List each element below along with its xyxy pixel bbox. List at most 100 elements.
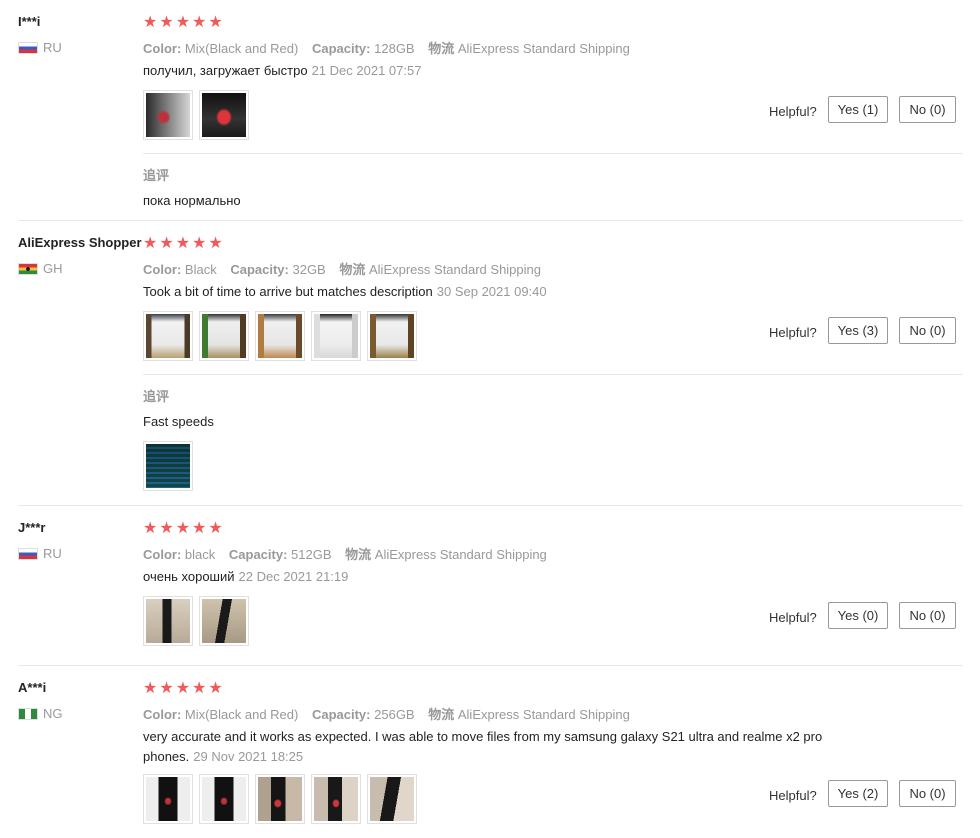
rating-stars: ★ ★ ★ ★ ★ <box>143 521 223 537</box>
review-photo[interactable] <box>367 311 417 361</box>
helpful-no-button[interactable]: No (0) <box>899 317 956 344</box>
star-icon: ★ <box>143 235 158 252</box>
review-photo[interactable] <box>143 596 193 646</box>
additional-review-label: 追评 <box>143 389 170 404</box>
reviewer-country: NG <box>18 706 63 721</box>
rating-stars: ★ ★ ★ ★ ★ <box>143 15 223 31</box>
color-key: Color: <box>143 41 182 56</box>
shipping-key: 物流 <box>345 547 372 562</box>
capacity-key: Capacity: <box>228 547 288 562</box>
review-photo[interactable] <box>143 311 193 361</box>
country-code: RU <box>43 546 62 561</box>
shipping-key: 物流 <box>339 262 366 277</box>
star-icon: ★ <box>208 520 223 537</box>
star-icon: ★ <box>175 680 191 697</box>
review-photo[interactable] <box>367 774 417 824</box>
helpful-no-button[interactable]: No (0) <box>899 780 956 807</box>
reviewer-name: A***i <box>18 680 47 695</box>
star-icon: ★ <box>192 14 207 31</box>
review-text: очень хороший 22 Dec 2021 21:19 <box>143 567 348 587</box>
star-icon: ★ <box>208 14 223 31</box>
star-icon: ★ <box>159 14 174 31</box>
reviewer-country: GH <box>18 261 63 276</box>
rating-stars: ★ ★ ★ ★ ★ <box>143 681 223 697</box>
color-value: black <box>184 547 216 562</box>
reviewer-country: RU <box>18 40 62 55</box>
sku-info: Color: Mix(Black and Red) Capacity: 128G… <box>143 38 640 57</box>
capacity-value: 512GB <box>291 547 332 562</box>
flag-ng-icon <box>18 707 38 720</box>
review-photo[interactable] <box>199 311 249 361</box>
helpful-no-button[interactable]: No (0) <box>899 602 956 629</box>
shipping-key: 物流 <box>428 707 455 722</box>
review-photo[interactable] <box>199 596 249 646</box>
star-icon: ★ <box>192 680 207 697</box>
color-value: Black <box>184 262 217 277</box>
review-text: very accurate and it works as expected. … <box>143 727 863 767</box>
helpful-yes-button[interactable]: Yes (3) <box>828 317 888 344</box>
shipping-value: AliExpress Standard Shipping <box>374 547 547 562</box>
helpful-no-button[interactable]: No (0) <box>899 96 956 123</box>
shipping-value: AliExpress Standard Shipping <box>369 262 541 277</box>
review-photo[interactable] <box>143 441 193 491</box>
review-photo[interactable] <box>143 90 193 140</box>
sku-info: Color: Mix(Black and Red) Capacity: 256G… <box>143 704 640 723</box>
divider <box>143 374 963 375</box>
country-code: GH <box>43 261 63 276</box>
review-text: Took a bit of time to arrive but matches… <box>143 282 547 302</box>
capacity-key: Capacity: <box>230 262 289 277</box>
review-photos <box>143 774 417 824</box>
reviewer-country: RU <box>18 546 62 561</box>
additional-review-text: Fast speeds <box>143 414 214 429</box>
review-divider <box>18 665 963 666</box>
country-code: RU <box>43 40 62 55</box>
review-body: очень хороший <box>143 569 235 584</box>
color-value: Mix(Black and Red) <box>184 707 299 722</box>
capacity-value: 256GB <box>374 707 415 722</box>
review-photo[interactable] <box>311 774 361 824</box>
sku-info: Color: Black Capacity: 32GB 物流 AliExpres… <box>143 259 551 278</box>
review-body: Took a bit of time to arrive but matches… <box>143 284 433 299</box>
color-key: Color: <box>143 707 182 722</box>
helpful-label: Helpful? <box>769 104 817 119</box>
capacity-value: 32GB <box>292 262 326 277</box>
star-icon: ★ <box>143 14 158 31</box>
flag-gh-icon <box>18 262 38 275</box>
color-key: Color: <box>143 262 182 277</box>
color-key: Color: <box>143 547 182 562</box>
review-photo[interactable] <box>311 311 361 361</box>
review-text: получил, загружает быстро 21 Dec 2021 07:… <box>143 61 421 81</box>
star-icon: ★ <box>159 520 174 537</box>
reviewer-name: J***r <box>18 520 46 535</box>
star-icon: ★ <box>192 235 207 252</box>
country-code: NG <box>43 706 63 721</box>
helpful-yes-button[interactable]: Yes (2) <box>828 780 888 807</box>
additional-review-label: 追评 <box>143 168 170 183</box>
helpful-yes-button[interactable]: Yes (0) <box>828 602 888 629</box>
review-photos <box>143 311 417 361</box>
review-body: получил, загружает быстро <box>143 63 308 78</box>
capacity-value: 128GB <box>374 41 415 56</box>
review-photos <box>143 90 249 140</box>
shipping-value: AliExpress Standard Shipping <box>457 707 630 722</box>
review-date: 22 Dec 2021 21:19 <box>238 569 349 584</box>
star-icon: ★ <box>208 680 223 697</box>
star-icon: ★ <box>143 680 158 697</box>
review-photo[interactable] <box>255 311 305 361</box>
review-photos <box>143 596 249 646</box>
review-photo[interactable] <box>199 90 249 140</box>
review-photo[interactable] <box>255 774 305 824</box>
review-photo[interactable] <box>143 774 193 824</box>
helpful-yes-button[interactable]: Yes (1) <box>828 96 888 123</box>
flag-ru-icon <box>18 41 38 54</box>
shipping-value: AliExpress Standard Shipping <box>457 41 630 56</box>
capacity-key: Capacity: <box>311 41 371 56</box>
divider <box>143 153 963 154</box>
review-date: 21 Dec 2021 07:57 <box>311 63 422 78</box>
flag-ru-icon <box>18 547 38 560</box>
star-icon: ★ <box>175 235 191 252</box>
star-icon: ★ <box>208 235 223 252</box>
review-photo[interactable] <box>199 774 249 824</box>
helpful-label: Helpful? <box>769 788 817 803</box>
review-date: 30 Sep 2021 09:40 <box>436 284 547 299</box>
